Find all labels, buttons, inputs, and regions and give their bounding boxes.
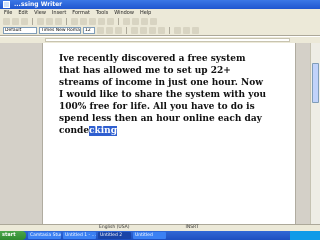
- menu-tools[interactable]: Tools: [96, 9, 108, 17]
- selected-text[interactable]: cking: [89, 126, 118, 136]
- menu-format[interactable]: Format: [72, 9, 90, 17]
- font-name-select[interactable]: Times New Roman: [39, 27, 81, 34]
- pdf-export-icon[interactable]: [46, 18, 53, 25]
- new-document-icon[interactable]: [3, 18, 10, 25]
- paste-icon[interactable]: [89, 18, 96, 25]
- taskbar-item-camtasia[interactable]: Camtasia Studio: [28, 232, 61, 239]
- paragraph-style-select[interactable]: Default: [3, 27, 37, 34]
- menu-edit[interactable]: Edit: [18, 9, 28, 17]
- table-icon[interactable]: [123, 18, 130, 25]
- bullets-icon[interactable]: [183, 27, 190, 34]
- menu-insert[interactable]: Insert: [52, 9, 66, 17]
- taskbar-item-document-1[interactable]: Untitled 1 - ...: [63, 232, 96, 239]
- open-folder-icon[interactable]: [12, 18, 19, 25]
- formatting-toolbar: Default Times New Roman 12: [0, 26, 320, 36]
- undo-icon[interactable]: [98, 18, 105, 25]
- zoom-icon[interactable]: [150, 18, 157, 25]
- title-bar: ...ssing Writer: [0, 0, 320, 9]
- underline-icon[interactable]: [115, 27, 122, 34]
- copy-icon[interactable]: [80, 18, 87, 25]
- font-size-select[interactable]: 12: [83, 27, 95, 34]
- ruler-scale: [45, 38, 290, 42]
- toolbar-separator: [66, 18, 67, 25]
- window-title: ...ssing Writer: [14, 1, 63, 8]
- document-body[interactable]: Ive recently discovered a free system th…: [59, 53, 269, 137]
- system-tray: [290, 231, 320, 240]
- taskbar-item-document-2[interactable]: Untitled 2: [98, 232, 131, 239]
- toolbar-separator: [169, 27, 170, 34]
- document-page[interactable]: Ive recently discovered a free system th…: [42, 43, 296, 224]
- menu-view[interactable]: View: [34, 9, 46, 17]
- justify-icon[interactable]: [158, 27, 165, 34]
- chart-icon[interactable]: [141, 18, 148, 25]
- align-center-icon[interactable]: [140, 27, 147, 34]
- numbering-icon[interactable]: [174, 27, 181, 34]
- print-icon[interactable]: [37, 18, 44, 25]
- menu-bar: File Edit View Insert Format Tools Windo…: [0, 9, 320, 17]
- toolbar-separator: [118, 18, 119, 25]
- menu-window[interactable]: Window: [114, 9, 134, 17]
- bold-icon[interactable]: [97, 27, 104, 34]
- standard-toolbar: [0, 17, 320, 26]
- save-icon[interactable]: [21, 18, 28, 25]
- menu-file[interactable]: File: [4, 9, 12, 17]
- font-color-icon[interactable]: [192, 27, 199, 34]
- vertical-scrollbar[interactable]: [310, 43, 320, 224]
- italic-icon[interactable]: [106, 27, 113, 34]
- taskbar: start Camtasia Studio Untitled 1 - ... U…: [0, 231, 320, 240]
- align-right-icon[interactable]: [149, 27, 156, 34]
- toolbar-separator: [126, 27, 127, 34]
- scrollbar-thumb[interactable]: [312, 63, 319, 103]
- toolbar-separator: [32, 18, 33, 25]
- align-left-icon[interactable]: [131, 27, 138, 34]
- redo-icon[interactable]: [107, 18, 114, 25]
- document-text[interactable]: Ive recently discovered a free system th…: [59, 54, 266, 136]
- spellcheck-icon[interactable]: [55, 18, 62, 25]
- taskbar-item-document-3[interactable]: Untitled: [133, 232, 166, 239]
- cut-icon[interactable]: [71, 18, 78, 25]
- menu-help[interactable]: Help: [140, 9, 151, 17]
- writer-app-icon: [3, 1, 10, 8]
- image-icon[interactable]: [132, 18, 139, 25]
- status-bar: English (USA) INSRT: [0, 224, 320, 231]
- start-button[interactable]: start: [0, 231, 26, 240]
- document-workspace: Ive recently discovered a free system th…: [0, 43, 310, 224]
